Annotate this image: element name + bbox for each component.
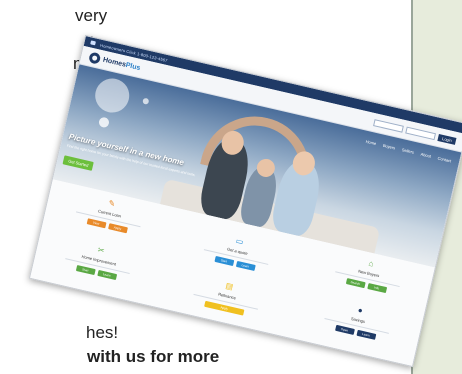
card-button[interactable]: Search [345, 277, 366, 289]
logo[interactable]: HomesPlus [102, 56, 141, 71]
article-text-line: hes! [86, 323, 119, 342]
get-started-button[interactable]: Get Started [62, 155, 95, 171]
service-card: ✂ Home Improvement Start Learn [53, 236, 144, 285]
article-text-line: very [75, 6, 108, 25]
nav-item-home[interactable]: Home [365, 139, 377, 146]
login-button[interactable]: Login [437, 133, 457, 145]
nav-item-sellers[interactable]: Sellers [401, 147, 414, 155]
password-input[interactable] [405, 126, 437, 140]
card-button[interactable]: Learn [96, 269, 117, 280]
service-card: ▤ Refinance Apply [182, 272, 273, 321]
card-button[interactable]: Apply [107, 223, 128, 234]
logo-name-accent: Plus [125, 61, 142, 72]
username-input[interactable] [373, 118, 405, 133]
service-card: ● Savings Open Learn [313, 296, 404, 345]
card-button[interactable]: Learn [355, 329, 376, 340]
card-button[interactable]: Learn [235, 260, 256, 271]
nav-item-about[interactable]: About [420, 151, 431, 158]
card-button[interactable]: Start [213, 255, 234, 266]
nav-item-buyers[interactable]: Buyers [382, 143, 395, 151]
logo-name: Homes [102, 56, 127, 69]
phone-icon [90, 40, 96, 46]
card-button[interactable]: Apply [204, 300, 245, 316]
card-button[interactable]: Info [366, 282, 387, 294]
card-button[interactable]: Start [75, 264, 96, 276]
card-button[interactable]: Open [334, 324, 355, 335]
service-card: ▭ Get a quote Start Learn [192, 227, 283, 276]
nav-item-contact[interactable]: Contact [437, 155, 452, 163]
article-text-line: with us for more [87, 347, 220, 366]
card-button[interactable]: View [86, 218, 107, 229]
logo-icon [88, 51, 102, 65]
